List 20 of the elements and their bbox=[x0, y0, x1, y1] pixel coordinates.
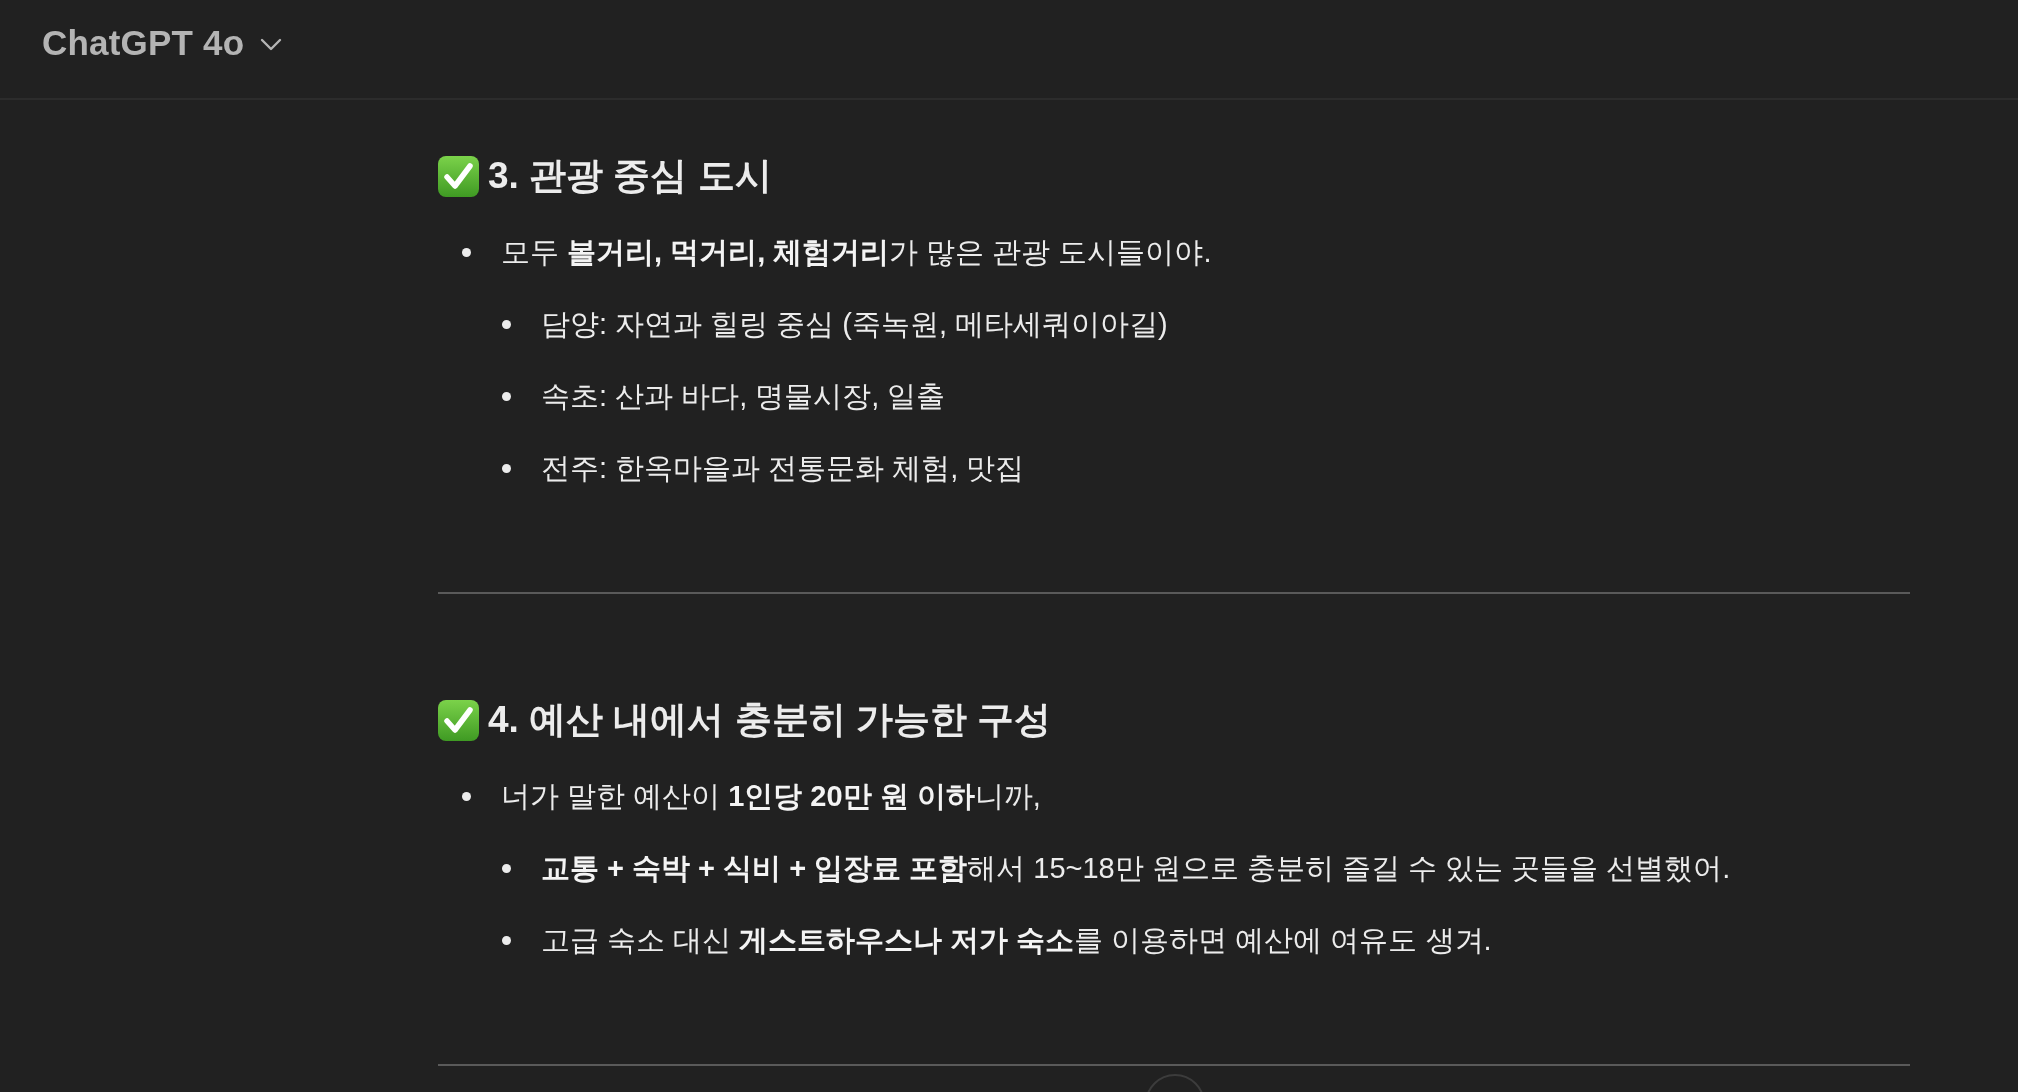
bullet-icon bbox=[502, 863, 511, 873]
list-item-text: 담양: 자연과 힐링 중심 (죽녹원, 메타세쿼이아길) bbox=[541, 307, 1168, 342]
bullet-icon bbox=[462, 247, 471, 257]
chevron-down-icon bbox=[260, 37, 283, 51]
list-item-text: 모두 볼거리, 먹거리, 체험거리가 많은 관광 도시들이야. bbox=[501, 235, 1212, 270]
list-item-text: 고급 숙소 대신 게스트하우스나 저가 숙소를 이용하면 예산에 여유도 생겨. bbox=[541, 923, 1492, 958]
list-item-text: 전주: 한옥마을과 전통문화 체험, 맛집 bbox=[541, 451, 1025, 486]
bullet-icon bbox=[462, 791, 471, 801]
bullet-icon bbox=[502, 391, 511, 401]
bullet-icon bbox=[502, 463, 511, 473]
list-item-text: 교통 + 숙박 + 식비 + 입장료 포함해서 15~18만 원으로 충분히 즐길 수 있는 곳들을 선별했어. bbox=[541, 851, 1731, 886]
check-mark-icon bbox=[438, 155, 479, 197]
section-heading: 3. 관광 중심 도시 bbox=[488, 154, 772, 198]
check-mark-icon bbox=[438, 699, 479, 741]
bullet-icon bbox=[502, 935, 511, 945]
section-heading: 4. 예산 내에서 충분히 가능한 구성 bbox=[488, 698, 1052, 742]
bullet-icon bbox=[502, 319, 511, 329]
list-item-text: 너가 말한 예산이 1인당 20만 원 이하니까, bbox=[501, 779, 1041, 814]
model-selector[interactable]: ChatGPT 4o bbox=[32, 19, 293, 67]
list-item-text: 속초: 산과 바다, 명물시장, 일출 bbox=[541, 379, 946, 414]
